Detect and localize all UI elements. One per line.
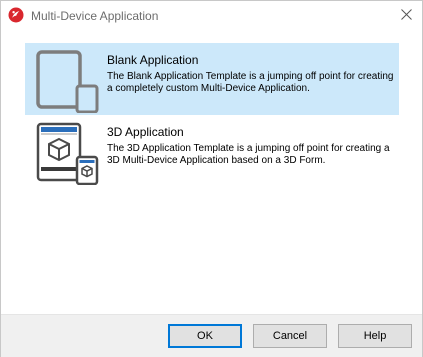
cancel-button[interactable]: Cancel	[253, 324, 327, 348]
template-title: Blank Application	[107, 53, 199, 67]
dialog-footer: OK Cancel Help	[1, 314, 422, 357]
help-button[interactable]: Help	[338, 324, 412, 348]
template-description: The Blank Application Template is a jump…	[107, 71, 394, 94]
delphi-logo-icon	[8, 7, 24, 23]
template-title: 3D Application	[107, 125, 184, 139]
template-description: The 3D Application Template is a jumping…	[107, 143, 390, 166]
dialog-window: Multi-Device Application Blank Applicati…	[0, 0, 423, 357]
window-title: Multi-Device Application	[31, 9, 159, 23]
close-icon	[401, 7, 412, 25]
close-button[interactable]	[391, 1, 422, 31]
template-item-3d-application[interactable]: 3D Application The 3D Application Templa…	[25, 115, 399, 187]
template-item-blank-application[interactable]: Blank Application The Blank Application …	[25, 43, 399, 115]
blank-devices-icon	[35, 49, 99, 114]
3d-devices-icon	[35, 121, 99, 186]
ok-button[interactable]: OK	[168, 324, 242, 348]
template-list: Blank Application The Blank Application …	[25, 43, 399, 203]
title-bar: Multi-Device Application	[1, 1, 422, 31]
